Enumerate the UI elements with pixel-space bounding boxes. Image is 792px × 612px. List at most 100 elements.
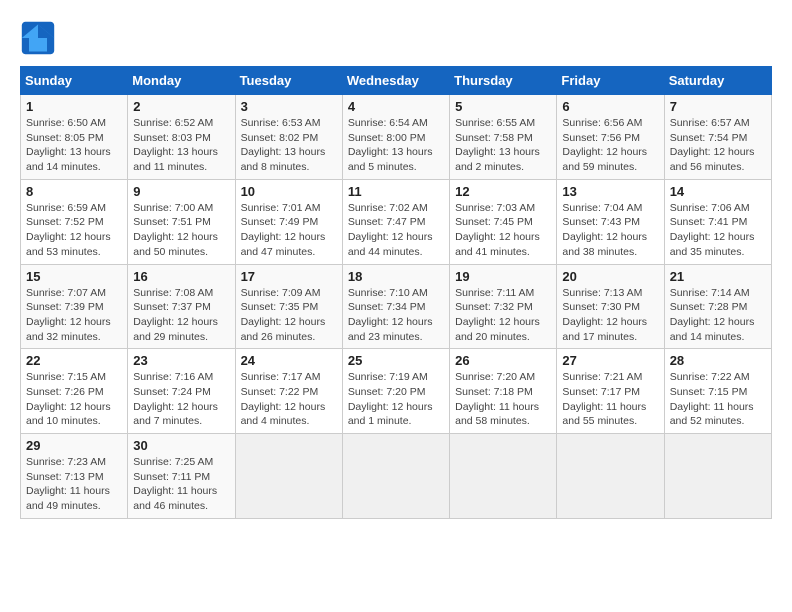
day-cell: 20Sunrise: 7:13 AM Sunset: 7:30 PM Dayli…: [557, 264, 664, 349]
day-cell: 10 Sunrise: 7:01 AM Sunset: 7:49 PM Dayli…: [235, 179, 342, 264]
day-info: Sunrise: 7:20 AM Sunset: 7:18 PM Dayligh…: [455, 370, 551, 429]
day-number: 1: [26, 99, 122, 114]
day-cell: 14Sunrise: 7:06 AM Sunset: 7:41 PM Dayli…: [664, 179, 771, 264]
day-cell: 8 Sunrise: 6:59 AM Sunset: 7:52 PM Daylig…: [21, 179, 128, 264]
day-cell: 9 Sunrise: 7:00 AM Sunset: 7:51 PM Daylig…: [128, 179, 235, 264]
day-cell: 4 Sunrise: 6:54 AM Sunset: 8:00 PM Daylig…: [342, 95, 449, 180]
day-number: 9: [133, 184, 229, 199]
day-cell: 26 Sunrise: 7:20 AM Sunset: 7:18 PM Dayli…: [450, 349, 557, 434]
day-cell: 27 Sunrise: 7:21 AM Sunset: 7:17 PM Dayli…: [557, 349, 664, 434]
day-info: Sunrise: 6:54 AM Sunset: 8:00 PM Dayligh…: [348, 116, 444, 175]
calendar-table: SundayMondayTuesdayWednesdayThursdayFrid…: [20, 66, 772, 519]
day-info: Sunrise: 7:25 AM Sunset: 7:11 PM Dayligh…: [133, 455, 229, 514]
day-number: 13: [562, 184, 658, 199]
day-info: Sunrise: 7:14 AM Sunset: 7:28 PM Dayligh…: [670, 286, 766, 345]
day-number: 15: [26, 269, 122, 284]
day-info: Sunrise: 7:03 AM Sunset: 7:45 PM Dayligh…: [455, 201, 551, 260]
day-number: 8: [26, 184, 122, 199]
day-number: 11: [348, 184, 444, 199]
day-info: Sunrise: 7:06 AM Sunset: 7:41 PM Dayligh…: [670, 201, 766, 260]
header: [20, 20, 772, 56]
day-cell: 15 Sunrise: 7:07 AM Sunset: 7:39 PM Dayli…: [21, 264, 128, 349]
day-number: 10: [241, 184, 337, 199]
day-info: Sunrise: 7:08 AM Sunset: 7:37 PM Dayligh…: [133, 286, 229, 345]
day-cell: 7 Sunrise: 6:57 AM Sunset: 7:54 PM Daylig…: [664, 95, 771, 180]
day-cell: 23 Sunrise: 7:16 AM Sunset: 7:24 PM Dayli…: [128, 349, 235, 434]
day-info: Sunrise: 7:01 AM Sunset: 7:49 PM Dayligh…: [241, 201, 337, 260]
day-info: Sunrise: 7:00 AM Sunset: 7:51 PM Dayligh…: [133, 201, 229, 260]
day-cell: 6 Sunrise: 6:56 AM Sunset: 7:56 PM Daylig…: [557, 95, 664, 180]
day-info: Sunrise: 7:23 AM Sunset: 7:13 PM Dayligh…: [26, 455, 122, 514]
week-row-5: 29Sunrise: 7:23 AM Sunset: 7:13 PM Dayli…: [21, 434, 772, 519]
day-info: Sunrise: 6:56 AM Sunset: 7:56 PM Dayligh…: [562, 116, 658, 175]
day-number: 3: [241, 99, 337, 114]
logo: [20, 20, 60, 56]
day-number: 17: [241, 269, 337, 284]
day-cell: 17 Sunrise: 7:09 AM Sunset: 7:35 PM Dayli…: [235, 264, 342, 349]
day-info: Sunrise: 7:10 AM Sunset: 7:34 PM Dayligh…: [348, 286, 444, 345]
week-row-3: 15 Sunrise: 7:07 AM Sunset: 7:39 PM Dayli…: [21, 264, 772, 349]
day-cell: [342, 434, 449, 519]
day-number: 6: [562, 99, 658, 114]
day-info: Sunrise: 7:15 AM Sunset: 7:26 PM Dayligh…: [26, 370, 122, 429]
day-cell: 2 Sunrise: 6:52 AM Sunset: 8:03 PM Daylig…: [128, 95, 235, 180]
day-cell: 21 Sunrise: 7:14 AM Sunset: 7:28 PM Dayli…: [664, 264, 771, 349]
day-number: 4: [348, 99, 444, 114]
day-cell: 13 Sunrise: 7:04 AM Sunset: 7:43 PM Dayli…: [557, 179, 664, 264]
day-info: Sunrise: 6:52 AM Sunset: 8:03 PM Dayligh…: [133, 116, 229, 175]
day-info: Sunrise: 7:17 AM Sunset: 7:22 PM Dayligh…: [241, 370, 337, 429]
day-info: Sunrise: 7:04 AM Sunset: 7:43 PM Dayligh…: [562, 201, 658, 260]
day-info: Sunrise: 7:19 AM Sunset: 7:20 PM Dayligh…: [348, 370, 444, 429]
day-number: 19: [455, 269, 551, 284]
column-header-friday: Friday: [557, 67, 664, 95]
column-header-saturday: Saturday: [664, 67, 771, 95]
day-number: 21: [670, 269, 766, 284]
day-number: 20: [562, 269, 658, 284]
day-number: 2: [133, 99, 229, 114]
day-cell: [664, 434, 771, 519]
day-number: 27: [562, 353, 658, 368]
column-header-thursday: Thursday: [450, 67, 557, 95]
day-cell: 12 Sunrise: 7:03 AM Sunset: 7:45 PM Dayli…: [450, 179, 557, 264]
day-info: Sunrise: 7:09 AM Sunset: 7:35 PM Dayligh…: [241, 286, 337, 345]
day-number: 5: [455, 99, 551, 114]
day-number: 23: [133, 353, 229, 368]
day-cell: [450, 434, 557, 519]
column-header-sunday: Sunday: [21, 67, 128, 95]
header-row: SundayMondayTuesdayWednesdayThursdayFrid…: [21, 67, 772, 95]
day-info: Sunrise: 6:57 AM Sunset: 7:54 PM Dayligh…: [670, 116, 766, 175]
day-cell: 25 Sunrise: 7:19 AM Sunset: 7:20 PM Dayli…: [342, 349, 449, 434]
day-info: Sunrise: 7:02 AM Sunset: 7:47 PM Dayligh…: [348, 201, 444, 260]
day-cell: 18 Sunrise: 7:10 AM Sunset: 7:34 PM Dayli…: [342, 264, 449, 349]
day-number: 25: [348, 353, 444, 368]
day-cell: 1 Sunrise: 6:50 AM Sunset: 8:05 PM Daylig…: [21, 95, 128, 180]
week-row-4: 22Sunrise: 7:15 AM Sunset: 7:26 PM Dayli…: [21, 349, 772, 434]
day-info: Sunrise: 7:16 AM Sunset: 7:24 PM Dayligh…: [133, 370, 229, 429]
column-header-wednesday: Wednesday: [342, 67, 449, 95]
day-number: 18: [348, 269, 444, 284]
logo-icon: [20, 20, 56, 56]
day-number: 26: [455, 353, 551, 368]
day-cell: 28Sunrise: 7:22 AM Sunset: 7:15 PM Dayli…: [664, 349, 771, 434]
column-header-monday: Monday: [128, 67, 235, 95]
day-info: Sunrise: 7:07 AM Sunset: 7:39 PM Dayligh…: [26, 286, 122, 345]
day-cell: 29Sunrise: 7:23 AM Sunset: 7:13 PM Dayli…: [21, 434, 128, 519]
day-info: Sunrise: 7:21 AM Sunset: 7:17 PM Dayligh…: [562, 370, 658, 429]
day-number: 24: [241, 353, 337, 368]
column-header-tuesday: Tuesday: [235, 67, 342, 95]
week-row-2: 8 Sunrise: 6:59 AM Sunset: 7:52 PM Daylig…: [21, 179, 772, 264]
day-cell: 24 Sunrise: 7:17 AM Sunset: 7:22 PM Dayli…: [235, 349, 342, 434]
day-info: Sunrise: 6:50 AM Sunset: 8:05 PM Dayligh…: [26, 116, 122, 175]
day-cell: 11 Sunrise: 7:02 AM Sunset: 7:47 PM Dayli…: [342, 179, 449, 264]
day-cell: 22Sunrise: 7:15 AM Sunset: 7:26 PM Dayli…: [21, 349, 128, 434]
day-number: 12: [455, 184, 551, 199]
week-row-1: 1 Sunrise: 6:50 AM Sunset: 8:05 PM Daylig…: [21, 95, 772, 180]
day-cell: 16Sunrise: 7:08 AM Sunset: 7:37 PM Dayli…: [128, 264, 235, 349]
day-info: Sunrise: 7:11 AM Sunset: 7:32 PM Dayligh…: [455, 286, 551, 345]
day-cell: 3 Sunrise: 6:53 AM Sunset: 8:02 PM Daylig…: [235, 95, 342, 180]
day-cell: 19 Sunrise: 7:11 AM Sunset: 7:32 PM Dayli…: [450, 264, 557, 349]
day-cell: 30Sunrise: 7:25 AM Sunset: 7:11 PM Dayli…: [128, 434, 235, 519]
day-info: Sunrise: 6:53 AM Sunset: 8:02 PM Dayligh…: [241, 116, 337, 175]
day-number: 7: [670, 99, 766, 114]
day-info: Sunrise: 6:59 AM Sunset: 7:52 PM Dayligh…: [26, 201, 122, 260]
